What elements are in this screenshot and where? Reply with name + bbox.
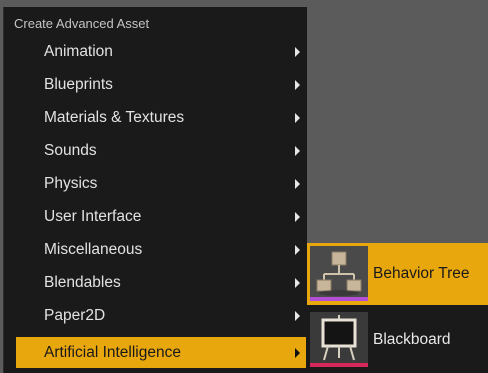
chevron-right-icon xyxy=(295,245,300,255)
menu-item-sounds[interactable]: Sounds xyxy=(16,135,306,166)
chevron-right-icon xyxy=(295,212,300,222)
menu-header: Create Advanced Asset xyxy=(14,16,150,31)
menu-item-animation[interactable]: Animation xyxy=(16,36,306,67)
asset-type-color-bar xyxy=(310,297,368,301)
chevron-right-icon xyxy=(295,146,300,156)
menu-item-label: Blendables xyxy=(44,274,121,291)
chevron-right-icon xyxy=(295,311,300,321)
chevron-right-icon xyxy=(295,278,300,288)
menu-item-miscellaneous[interactable]: Miscellaneous xyxy=(16,234,306,265)
chevron-right-icon xyxy=(295,47,300,57)
submenu-item-behavior-tree[interactable]: Behavior Tree xyxy=(307,243,488,305)
submenu-item-label: Blackboard xyxy=(373,331,451,348)
menu-item-paper2d[interactable]: Paper2D xyxy=(16,300,306,331)
menu-item-materials-textures[interactable]: Materials & Textures xyxy=(16,102,306,133)
menu-item-label: Artificial Intelligence xyxy=(44,344,181,361)
menu-item-artificial-intelligence[interactable]: Artificial Intelligence xyxy=(16,337,306,368)
create-advanced-asset-menu: Create Advanced Asset Animation Blueprin… xyxy=(3,7,307,373)
menu-item-label: Physics xyxy=(44,175,98,192)
menu-item-label: User Interface xyxy=(44,208,142,225)
asset-type-color-bar xyxy=(310,363,368,367)
artificial-intelligence-submenu: Behavior Tree Blackboard xyxy=(307,243,488,373)
menu-item-label: Sounds xyxy=(44,142,97,159)
menu-item-label: Miscellaneous xyxy=(44,241,143,258)
chevron-right-icon xyxy=(295,348,300,358)
menu-item-physics[interactable]: Physics xyxy=(16,168,306,199)
menu-item-label: Paper2D xyxy=(44,307,106,324)
behavior-tree-icon xyxy=(310,246,368,301)
chevron-right-icon xyxy=(295,179,300,189)
submenu-item-label: Behavior Tree xyxy=(373,265,470,282)
chevron-right-icon xyxy=(295,113,300,123)
menu-item-user-interface[interactable]: User Interface xyxy=(16,201,306,232)
menu-item-blueprints[interactable]: Blueprints xyxy=(16,69,306,100)
chevron-right-icon xyxy=(295,80,300,90)
submenu-item-blackboard[interactable]: Blackboard xyxy=(307,309,488,371)
menu-item-blendables[interactable]: Blendables xyxy=(16,267,306,298)
blackboard-icon xyxy=(310,312,368,367)
menu-item-label: Animation xyxy=(44,43,113,60)
menu-item-label: Blueprints xyxy=(44,76,113,93)
menu-item-label: Materials & Textures xyxy=(44,109,185,126)
